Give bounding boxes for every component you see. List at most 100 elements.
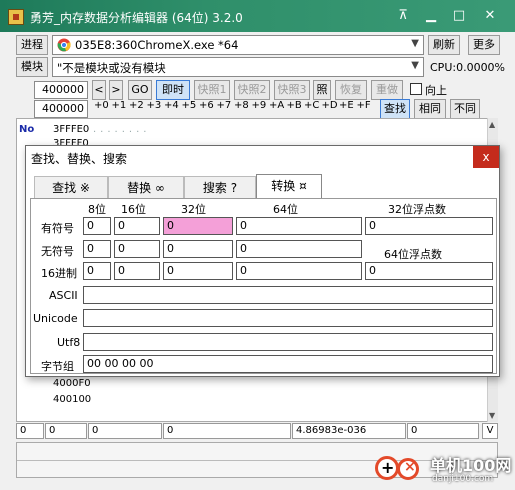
- realtime-button[interactable]: 即时: [156, 80, 190, 100]
- status-cell: 4.86983e-036: [292, 423, 406, 439]
- no-label: No: [19, 124, 35, 135]
- dialog-title: 查找、替换、搜索: [31, 152, 128, 166]
- unicode-input[interactable]: [83, 309, 493, 327]
- label-signed: 有符号: [41, 222, 74, 235]
- convert-panel: 8位 16位 32位 64位 32位浮点数 有符号 0 0 0 0 0 无符号 …: [30, 198, 497, 374]
- unsigned-16bit-input[interactable]: 0: [114, 240, 160, 258]
- bottom-panel: [16, 442, 498, 478]
- find-replace-dialog: 查找、替换、搜索 x 查找 ※ 替换 ∞ 搜索 ? 转换 ¤ 8位 16位 32…: [25, 145, 500, 377]
- photo-button[interactable]: 照: [313, 80, 331, 100]
- header-8bit: 8位: [88, 203, 106, 216]
- ascii-input[interactable]: [83, 286, 493, 304]
- header-64bit: 64位: [273, 203, 298, 216]
- unsigned-8bit-input[interactable]: 0: [83, 240, 111, 258]
- status-cell: 0: [88, 423, 162, 439]
- unsigned-64bit-input[interactable]: 0: [236, 240, 362, 258]
- snapshot3-button[interactable]: 快照3: [274, 80, 310, 100]
- signed-16bit-input[interactable]: 0: [114, 217, 160, 235]
- hex-row-dots: ........: [93, 124, 151, 135]
- utf8-input[interactable]: [83, 333, 493, 351]
- chevron-down-icon: ▼: [411, 60, 419, 71]
- hex-offset-label: +3: [146, 100, 162, 111]
- go-button[interactable]: GO: [128, 80, 152, 100]
- prev-button[interactable]: <: [92, 80, 106, 100]
- tab-find[interactable]: 查找 ※: [34, 176, 108, 198]
- up-label: 向上: [425, 84, 447, 97]
- hex-offset-label: +A: [269, 100, 285, 111]
- header-16bit: 16位: [121, 203, 146, 216]
- status-row: 0 0 0 0 4.86983e-036 0 V: [16, 423, 498, 439]
- redo-button[interactable]: 重做: [371, 80, 403, 100]
- find-button[interactable]: 查找: [380, 99, 410, 119]
- watermark-site: 单机100网: [430, 456, 512, 475]
- hex-16bit-input[interactable]: 0: [114, 262, 160, 280]
- pin-icon[interactable]: ⊼: [393, 6, 413, 26]
- module-button[interactable]: 模块: [16, 57, 48, 77]
- minimize-icon[interactable]: ▁: [421, 6, 441, 26]
- label-ascii: ASCII: [49, 289, 78, 302]
- hex-offset-label: +4: [164, 100, 179, 111]
- unsigned-32bit-input[interactable]: 0: [163, 240, 233, 258]
- hex-address-input[interactable]: 400000: [34, 100, 88, 118]
- watermark-url: danji100.com: [432, 474, 494, 484]
- module-value: "不是模块或没有模块: [57, 61, 166, 75]
- up-checkbox[interactable]: [410, 83, 422, 95]
- dialog-close-button[interactable]: x: [473, 146, 499, 168]
- chrome-icon: [57, 38, 71, 52]
- tab-search[interactable]: 搜索 ?: [184, 176, 256, 198]
- process-select[interactable]: 035E8:360ChromeX.exe *64 ▼: [52, 35, 424, 55]
- more-button[interactable]: 更多: [468, 35, 500, 55]
- dialog-tabs: 查找 ※ 替换 ∞ 搜索 ? 转换 ¤: [26, 174, 499, 198]
- divider: [17, 460, 497, 461]
- address-input[interactable]: 400000: [34, 81, 88, 99]
- tab-convert[interactable]: 转换 ¤: [256, 174, 322, 198]
- hex-offset-label: +F: [356, 100, 371, 111]
- label-unsigned: 无符号: [41, 245, 74, 258]
- signed-64bit-input[interactable]: 0: [236, 217, 362, 235]
- scroll-up-icon[interactable]: ▲: [489, 120, 495, 129]
- float64-input[interactable]: 0: [365, 262, 493, 280]
- status-cell: 0: [163, 423, 291, 439]
- float32-input[interactable]: 0: [365, 217, 493, 235]
- hex-offset-label: +0: [94, 100, 109, 111]
- bytes-input[interactable]: 00 00 00 00: [83, 355, 493, 373]
- refresh-button[interactable]: 刷新: [428, 35, 460, 55]
- signed-8bit-input[interactable]: 0: [83, 217, 111, 235]
- watermark-logo-icon: + ×: [375, 452, 425, 484]
- hex-offset-label: +C: [304, 100, 320, 111]
- module-select[interactable]: "不是模块或没有模块 ▼: [52, 57, 424, 77]
- signed-32bit-input[interactable]: 0: [163, 217, 233, 235]
- hex-32bit-input[interactable]: 0: [163, 262, 233, 280]
- diff-button[interactable]: 不同: [450, 99, 480, 119]
- status-cell: 0: [45, 423, 87, 439]
- header-float64: 64位浮点数: [384, 248, 442, 261]
- same-button[interactable]: 相同: [414, 99, 446, 119]
- next-button[interactable]: >: [109, 80, 123, 100]
- header-float32: 32位浮点数: [388, 203, 446, 216]
- app-window: 勇芳_内存数据分析编辑器 (64位) 3.2.0 ⊼ ▁ □ ✕ 进程 035E…: [0, 0, 515, 490]
- status-cell: 0: [407, 423, 479, 439]
- status-cell: 0: [16, 423, 44, 439]
- hex-8bit-input[interactable]: 0: [83, 262, 111, 280]
- close-icon[interactable]: ✕: [480, 6, 500, 26]
- status-toggle[interactable]: V: [482, 423, 498, 439]
- snapshot1-button[interactable]: 快照1: [194, 80, 230, 100]
- label-hex: 16进制: [41, 267, 77, 280]
- tab-replace[interactable]: 替换 ∞: [108, 176, 184, 198]
- hex-offset-label: +E: [339, 100, 354, 111]
- hex-offset-label: +1: [111, 100, 127, 111]
- hex-offset-label: +8: [234, 100, 249, 111]
- maximize-icon[interactable]: □: [449, 6, 469, 26]
- restore-button[interactable]: 恢复: [335, 80, 367, 100]
- header-32bit: 32位: [181, 203, 206, 216]
- cpu-usage: CPU:0.0000%: [430, 61, 506, 74]
- scroll-down-icon[interactable]: ▼: [489, 411, 495, 420]
- hex-offset-label: +B: [286, 100, 302, 111]
- hex-row-address: 400100: [53, 394, 92, 405]
- window-title: 勇芳_内存数据分析编辑器 (64位) 3.2.0: [30, 11, 243, 25]
- label-utf8: Utf8: [57, 336, 81, 349]
- snapshot2-button[interactable]: 快照2: [234, 80, 270, 100]
- process-button[interactable]: 进程: [16, 35, 48, 55]
- hex-64bit-input[interactable]: 0: [236, 262, 362, 280]
- hex-offset-label: +2: [129, 100, 144, 111]
